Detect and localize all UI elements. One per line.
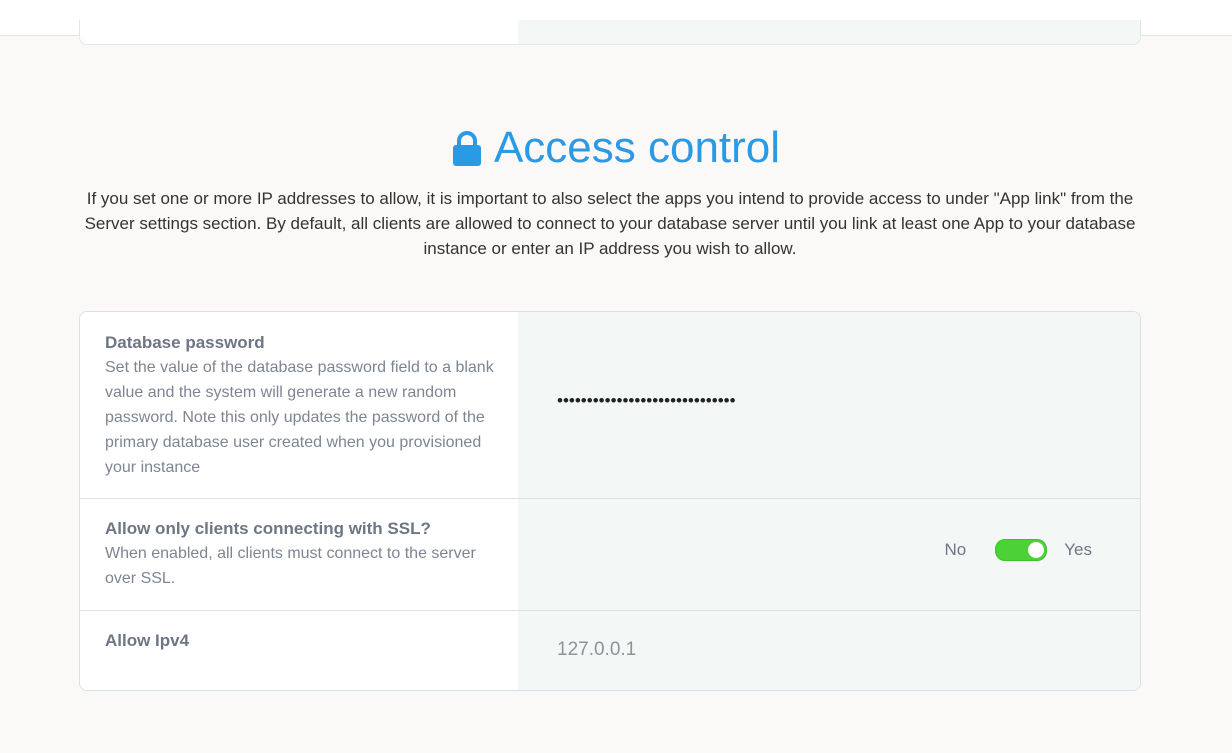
section-title: Access control <box>493 123 781 172</box>
ssl-toggle-group: No Yes <box>945 539 1092 561</box>
database-password-input[interactable]: •••••••••••••••••••••••••••••• <box>557 391 736 411</box>
setting-label-column: Allow only clients connecting with SSL? … <box>80 499 518 610</box>
database-password-field[interactable]: •••••••••••••••••••••••••••••• <box>518 312 1140 498</box>
ipv4-input[interactable]: 127.0.0.1 <box>557 639 636 661</box>
section-description: If you set one or more IP addresses to a… <box>84 189 1136 258</box>
database-password-label: Database password <box>105 333 265 352</box>
setting-label-column: Allow Ipv4 <box>80 611 518 690</box>
access-control-card: Database password Set the value of the d… <box>79 311 1141 691</box>
ssl-label: Allow only clients connecting with SSL? <box>105 519 431 538</box>
ssl-toggle-knob <box>1028 542 1045 558</box>
ssl-toggle-switch[interactable] <box>995 539 1048 561</box>
ipv4-field[interactable]: 127.0.0.1 <box>518 611 1140 690</box>
setting-row-database-password: Database password Set the value of the d… <box>80 312 1140 499</box>
database-password-help: Set the value of the database password f… <box>105 359 494 476</box>
ssl-toggle-off-label: No <box>944 540 967 559</box>
lock-icon <box>452 131 481 166</box>
ssl-toggle-on-label: Yes <box>1064 540 1092 559</box>
setting-row-ipv4: Allow Ipv4 127.0.0.1 <box>80 611 1140 690</box>
setting-label-column: Database password Set the value of the d… <box>80 312 518 498</box>
previous-settings-card <box>79 20 1141 45</box>
section-header: Access control <box>0 122 1232 174</box>
ssl-setting-value: No Yes <box>518 499 1140 610</box>
previous-settings-card-value-column <box>518 20 1140 44</box>
ssl-help: When enabled, all clients must connect t… <box>105 545 476 587</box>
ipv4-label: Allow Ipv4 <box>105 631 190 650</box>
setting-row-ssl: Allow only clients connecting with SSL? … <box>80 499 1140 611</box>
